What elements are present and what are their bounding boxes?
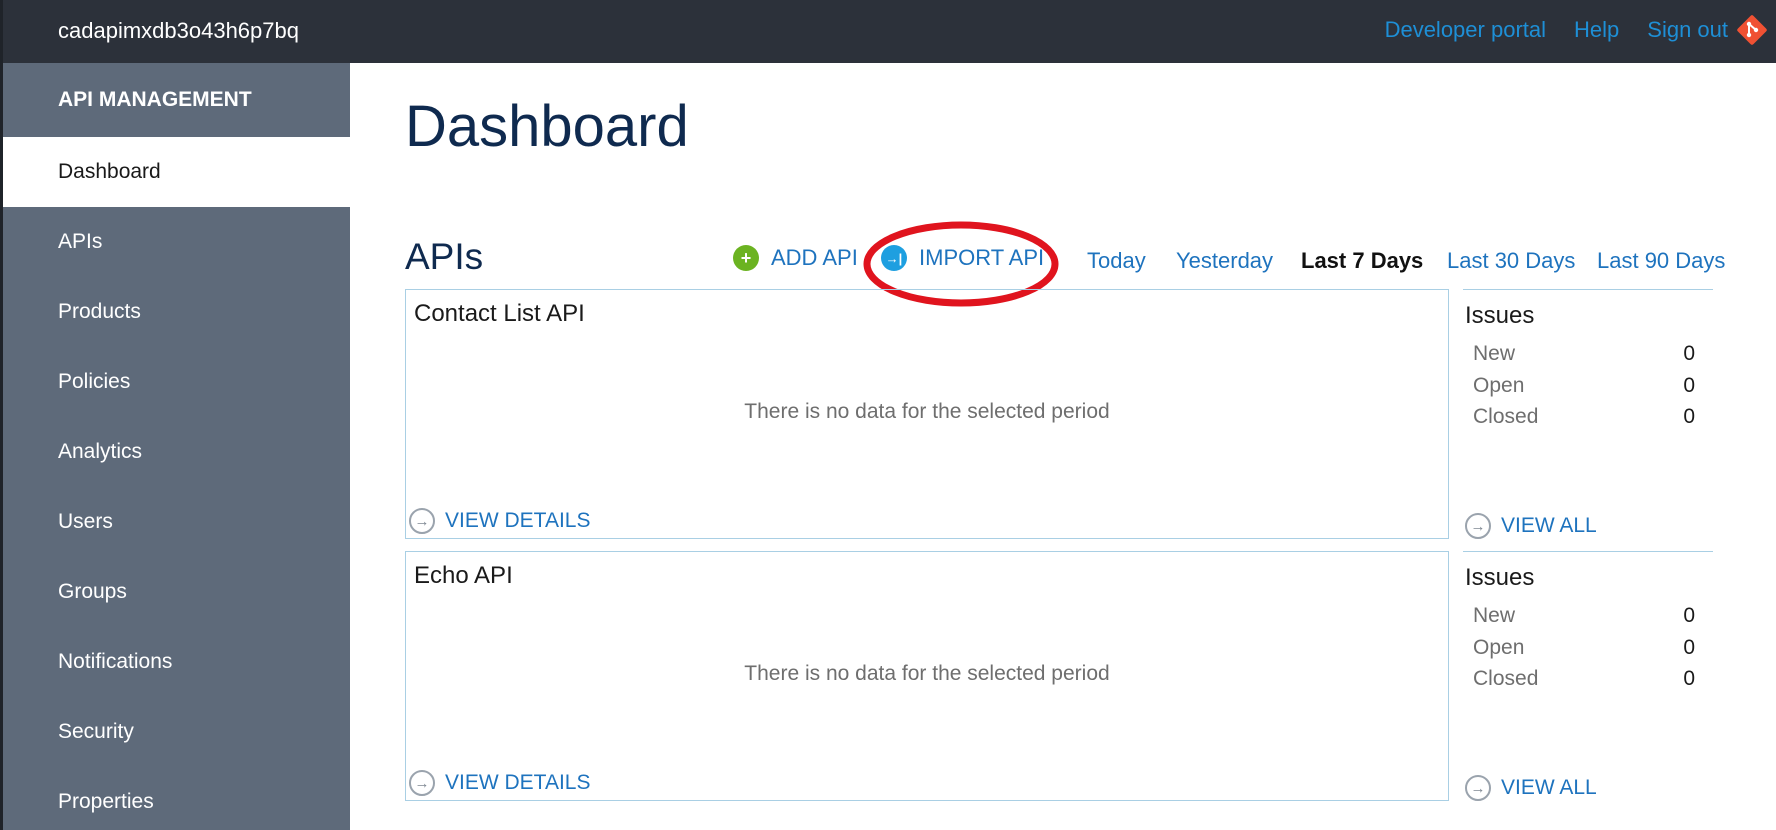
issue-row-closed: Closed 0 (1473, 667, 1695, 691)
arrow-right-icon: → (1465, 513, 1491, 539)
issues-title: Issues (1465, 302, 1535, 329)
apis-section-title: APIs (405, 236, 484, 277)
api-card: Contact List API There is no data for th… (405, 289, 1449, 539)
add-api-label: ADD API (771, 245, 858, 270)
view-all-label: VIEW ALL (1501, 514, 1597, 537)
issue-label: Open (1473, 374, 1525, 397)
no-data-message: There is no data for the selected period (744, 400, 1110, 423)
issue-count: 0 (1683, 636, 1695, 659)
instance-name: cadapimxdb3o43h6p7bq (58, 18, 299, 43)
period-last-90-days[interactable]: Last 90 Days (1597, 248, 1725, 274)
no-data-message: There is no data for the selected period (744, 662, 1110, 685)
api-name: Echo API (414, 562, 513, 589)
issue-row-new: New 0 (1473, 342, 1695, 366)
sidebar-item-products[interactable]: Products (3, 277, 350, 347)
issue-row-open: Open 0 (1473, 636, 1695, 660)
issue-count: 0 (1683, 374, 1695, 397)
sign-out-link[interactable]: Sign out (1647, 17, 1728, 43)
sidebar-item-security[interactable]: Security (3, 697, 350, 767)
issue-label: New (1473, 604, 1516, 627)
sidebar-item-dashboard[interactable]: Dashboard (3, 137, 350, 207)
issue-label: New (1473, 342, 1516, 365)
arrow-right-icon: → (1465, 775, 1491, 801)
issue-label: Open (1473, 636, 1525, 659)
sidebar-item-notifications[interactable]: Notifications (3, 627, 350, 697)
view-all-link[interactable]: → VIEW ALL (1465, 513, 1597, 539)
api-name: Contact List API (414, 300, 585, 327)
arrow-right-icon: → (409, 508, 435, 534)
page-title: Dashboard (405, 94, 689, 159)
issue-count: 0 (1683, 405, 1695, 428)
issue-count: 0 (1683, 604, 1695, 627)
sidebar-item-policies[interactable]: Policies (3, 347, 350, 417)
period-last-7-days[interactable]: Last 7 Days (1301, 248, 1423, 274)
arrow-right-icon: → (409, 770, 435, 796)
developer-portal-link[interactable]: Developer portal (1385, 17, 1546, 43)
issue-row-new: New 0 (1473, 604, 1695, 628)
plus-icon: + (733, 245, 759, 271)
issue-count: 0 (1683, 667, 1695, 690)
view-all-label: VIEW ALL (1501, 776, 1597, 799)
add-api-button[interactable]: + ADD API (733, 245, 858, 271)
issues-title: Issues (1465, 564, 1535, 591)
api-card: Echo API There is no data for the select… (405, 551, 1449, 801)
view-all-link[interactable]: → VIEW ALL (1465, 775, 1597, 801)
issues-panel: Issues New 0 Open 0 Closed 0 → VIEW ALL (1463, 289, 1713, 539)
issue-row-closed: Closed 0 (1473, 405, 1695, 429)
period-today[interactable]: Today (1087, 248, 1146, 274)
issue-row-open: Open 0 (1473, 374, 1695, 398)
sidebar-title: API MANAGEMENT (58, 88, 252, 111)
top-bar: cadapimxdb3o43h6p7bq Developer portal He… (0, 0, 1776, 63)
main-content: Dashboard APIs + ADD API →| IMPORT API T… (350, 63, 1776, 830)
sidebar-item-analytics[interactable]: Analytics (3, 417, 350, 487)
sidebar-item-groups[interactable]: Groups (3, 557, 350, 627)
period-yesterday[interactable]: Yesterday (1176, 248, 1273, 274)
view-details-link[interactable]: → VIEW DETAILS (409, 508, 590, 534)
sidebar: API MANAGEMENT Dashboard APIs Products P… (3, 63, 350, 830)
top-links: Developer portal Help Sign out (1385, 17, 1728, 43)
view-details-label: VIEW DETAILS (445, 509, 591, 532)
view-details-label: VIEW DETAILS (445, 771, 591, 794)
view-details-link[interactable]: → VIEW DETAILS (409, 770, 590, 796)
issue-label: Closed (1473, 667, 1539, 690)
issues-panel: Issues New 0 Open 0 Closed 0 → VIEW ALL (1463, 551, 1713, 801)
issue-count: 0 (1683, 342, 1695, 365)
help-link[interactable]: Help (1574, 17, 1619, 43)
issue-label: Closed (1473, 405, 1539, 428)
period-last-30-days[interactable]: Last 30 Days (1447, 248, 1575, 274)
sidebar-item-apis[interactable]: APIs (3, 207, 350, 277)
sidebar-item-properties[interactable]: Properties (3, 767, 350, 830)
sidebar-item-users[interactable]: Users (3, 487, 350, 557)
git-logo-icon[interactable] (1736, 14, 1768, 46)
